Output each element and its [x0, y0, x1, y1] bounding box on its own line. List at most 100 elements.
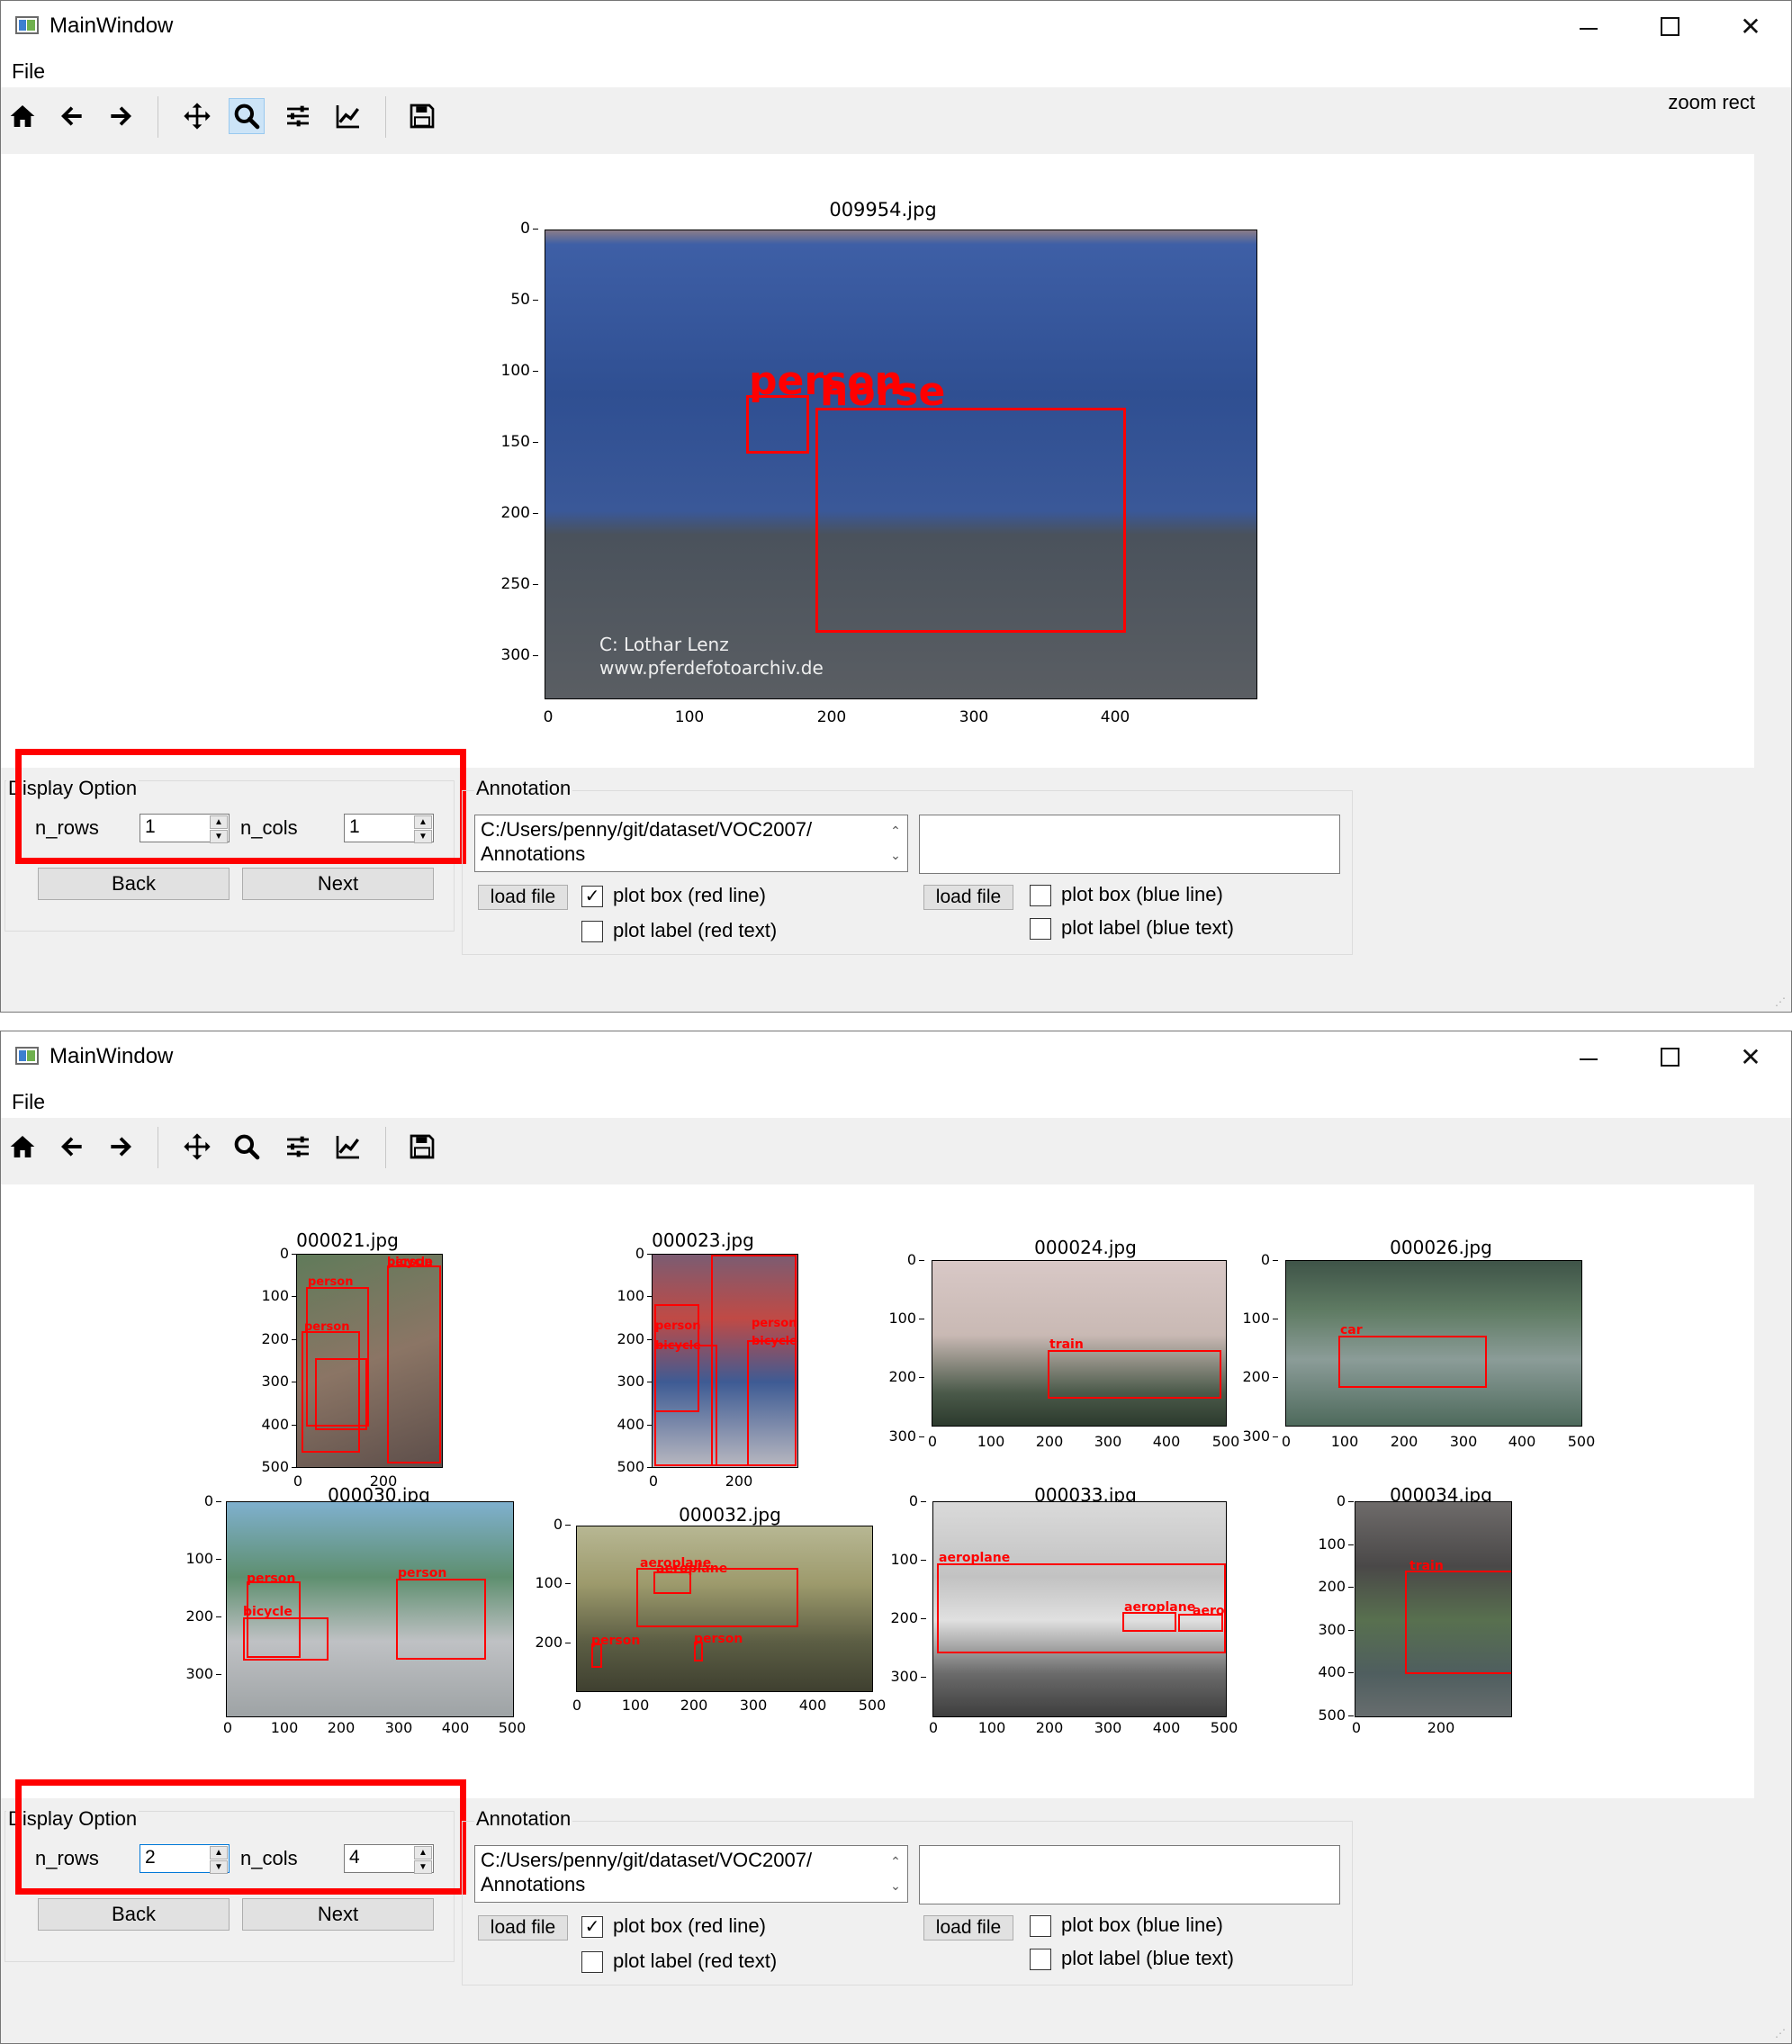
plot-label-red-checkbox[interactable]: [581, 921, 603, 942]
y-tick: 0: [279, 1245, 298, 1262]
zoom-button[interactable]: [229, 98, 265, 134]
scroll-down-icon[interactable]: ⌄: [886, 843, 905, 868]
y-tick: 200: [1318, 1578, 1354, 1595]
second-annotation-path-field[interactable]: [919, 1845, 1340, 1904]
y-tick: 0: [1260, 1251, 1279, 1268]
minimize-button[interactable]: [1566, 8, 1611, 46]
subplots-button[interactable]: [280, 1129, 316, 1165]
figure-subplot: 000034.jpg train 0 100 200 300 400 500 0…: [1306, 1481, 1522, 1747]
plot-canvas[interactable]: 000021.jpg person bicycle person person …: [1, 1184, 1754, 1798]
x-tick: 200: [680, 1697, 708, 1714]
x-tick: 500: [498, 1719, 527, 1736]
back-page-button[interactable]: Back: [38, 1898, 230, 1931]
scroll-down-icon[interactable]: ⌄: [886, 1874, 905, 1898]
title-bar[interactable]: MainWindow ✕: [1, 1031, 1791, 1084]
plot-box-blue-checkbox[interactable]: [1030, 1915, 1051, 1937]
annotation-path-line: C:/Users/penny/git/dataset/VOC2007/: [481, 818, 813, 841]
annotation-title: Annotation: [474, 1807, 573, 1831]
maximize-button[interactable]: [1647, 8, 1692, 46]
subplot-title: 000032.jpg: [679, 1504, 781, 1526]
y-tick: 300: [500, 646, 539, 664]
back-button[interactable]: [54, 1129, 90, 1165]
bbox-label: person: [752, 1317, 797, 1330]
edit-curves-button[interactable]: [330, 1129, 366, 1165]
menu-bar: File: [1, 1084, 1791, 1118]
y-tick: 300: [888, 1427, 924, 1445]
x-tick: 400: [1152, 1719, 1181, 1736]
annotation-path-field[interactable]: C:/Users/penny/git/dataset/VOC2007/Annot…: [474, 1845, 908, 1903]
plot-canvas[interactable]: 009954.jpg person horse C: Lothar Lenz w…: [1, 154, 1754, 768]
bbox: [1122, 1612, 1176, 1632]
pan-button[interactable]: [179, 98, 215, 134]
checkmark-icon: ✓: [584, 1917, 600, 1937]
plot-label-blue-checkbox[interactable]: [1030, 918, 1051, 940]
forward-button[interactable]: [103, 98, 139, 134]
y-tick: 200: [1242, 1368, 1278, 1385]
bbox-label: train: [1409, 1559, 1444, 1573]
load-file-button[interactable]: load file: [478, 885, 568, 910]
x-tick: 200: [1427, 1719, 1455, 1736]
home-icon: [10, 1136, 35, 1157]
x-tick: 0: [927, 1433, 938, 1450]
bbox-label: horse: [820, 369, 946, 415]
plot-label-blue-checkbox[interactable]: [1030, 1949, 1051, 1970]
y-tick: 100: [535, 1574, 571, 1591]
close-button[interactable]: ✕: [1728, 1039, 1773, 1076]
subplots-icon: [287, 105, 309, 127]
forward-button[interactable]: [103, 1129, 139, 1165]
next-page-button[interactable]: Next: [242, 868, 434, 900]
plot-box-blue-checkbox[interactable]: [1030, 885, 1051, 906]
y-tick: 100: [500, 362, 539, 380]
y-tick: 250: [500, 575, 539, 593]
bbox: [815, 408, 1126, 633]
load-file-button-2[interactable]: load file: [923, 1915, 1013, 1940]
back-button[interactable]: [54, 98, 90, 134]
home-button[interactable]: [5, 1129, 41, 1165]
resize-grip-icon[interactable]: ⋰: [1775, 995, 1787, 1008]
menu-file[interactable]: File: [12, 59, 45, 84]
bbox: [315, 1358, 367, 1430]
plot-box-red-checkbox[interactable]: ✓: [581, 1916, 603, 1938]
title-bar[interactable]: MainWindow ✕: [1, 1, 1791, 53]
window-title: MainWindow: [50, 1044, 174, 1068]
resize-grip-icon[interactable]: ⋰: [1775, 2027, 1787, 2039]
x-tick: 0: [1281, 1433, 1292, 1450]
x-tick: 300: [1094, 1719, 1122, 1736]
minimize-button[interactable]: [1566, 1039, 1611, 1076]
next-page-button[interactable]: Next: [242, 1898, 434, 1931]
plot-box-red-checkbox[interactable]: ✓: [581, 886, 603, 907]
x-tick: 400: [1508, 1433, 1536, 1450]
x-tick: 300: [384, 1719, 413, 1736]
back-page-button[interactable]: Back: [38, 868, 230, 900]
annotation-path-field[interactable]: C:/Users/penny/git/dataset/VOC2007/Annot…: [474, 815, 908, 872]
scroll-up-icon[interactable]: ⌃: [886, 819, 905, 843]
zoom-button[interactable]: [229, 1129, 265, 1165]
plot-box-blue-label: plot box (blue line): [1061, 883, 1223, 905]
y-tick: 300: [890, 1668, 926, 1685]
menu-file[interactable]: File: [12, 1090, 45, 1114]
save-button[interactable]: [404, 1129, 440, 1165]
maximize-button[interactable]: [1647, 1039, 1692, 1076]
pan-button[interactable]: [179, 1129, 215, 1165]
subplot-title: 000023.jpg: [652, 1229, 754, 1251]
toolbar-separator: [385, 96, 386, 138]
save-button[interactable]: [404, 98, 440, 134]
plot-label-blue-label: plot label (blue text): [1061, 1947, 1234, 1969]
edit-curves-button[interactable]: [330, 98, 366, 134]
y-tick: 100: [890, 1551, 926, 1568]
figure-subplot: 000030.jpg person bicycle person 0 100 2…: [172, 1481, 532, 1742]
home-button[interactable]: [5, 98, 41, 134]
scroll-up-icon[interactable]: ⌃: [886, 1850, 905, 1874]
figure-subplot: 000033.jpg aeroplane aeroplane aero 0 10…: [878, 1481, 1238, 1742]
x-tick: 0: [572, 1697, 582, 1714]
close-button[interactable]: ✕: [1728, 8, 1773, 46]
x-tick: 300: [959, 708, 989, 726]
x-tick: 500: [1567, 1433, 1596, 1450]
x-tick: 100: [674, 708, 705, 726]
y-tick: 400: [617, 1416, 653, 1433]
second-annotation-path-field[interactable]: [919, 815, 1340, 874]
subplots-button[interactable]: [280, 98, 316, 134]
load-file-button[interactable]: load file: [478, 1915, 568, 1940]
load-file-button-2[interactable]: load file: [923, 885, 1013, 910]
plot-label-red-checkbox[interactable]: [581, 1951, 603, 1973]
